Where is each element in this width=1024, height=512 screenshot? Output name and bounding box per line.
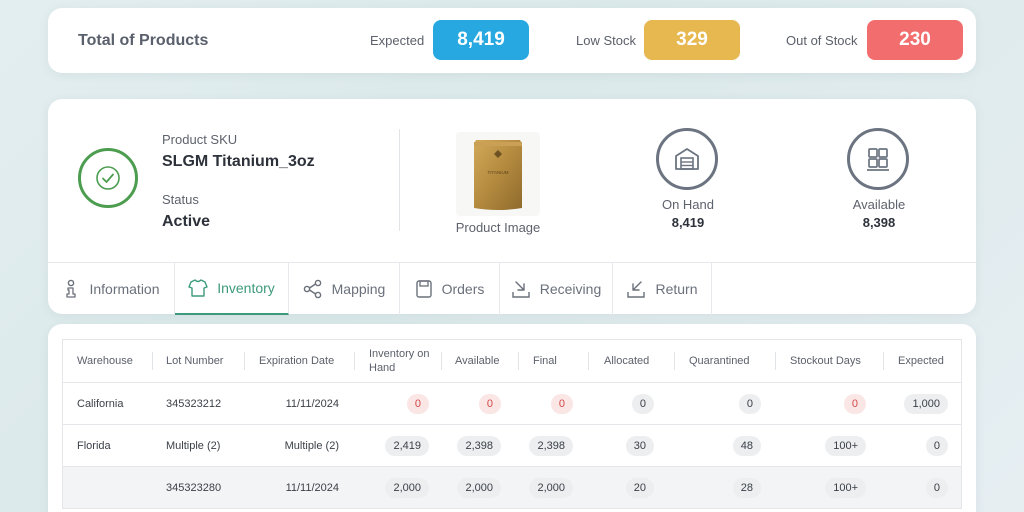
sku-label: Product SKU xyxy=(162,132,238,147)
low-stock-badge[interactable]: 329 xyxy=(644,20,740,60)
cell-warehouse: California xyxy=(77,397,124,410)
status-label: Status xyxy=(162,192,199,207)
table-row[interactable]: California 345323212 11/11/2024 0 0 0 0 … xyxy=(63,382,961,424)
warehouse-icon xyxy=(656,128,718,190)
header-expected[interactable]: Expected xyxy=(898,340,958,382)
status-check-icon xyxy=(78,148,138,208)
cell-lot: Multiple (2) xyxy=(166,439,221,452)
cell-on-hand: 2,000 xyxy=(385,477,429,498)
return-icon xyxy=(627,281,646,298)
status-value: Active xyxy=(162,213,211,230)
inventory-table: Warehouse Lot Number Expiration Date Inv… xyxy=(62,339,962,509)
out-of-stock-label: Out of Stock xyxy=(786,33,858,48)
mapping-icon xyxy=(303,279,321,299)
tab-receiving-label: Receiving xyxy=(539,281,602,297)
cell-quarantined: 28 xyxy=(732,477,761,498)
cell-available: 0 xyxy=(478,393,501,414)
cell-available: 2,398 xyxy=(457,435,501,456)
cell-expected: 0 xyxy=(925,435,948,456)
cell-expiration: Multiple (2) xyxy=(284,439,339,452)
cell-expiration: 11/11/2024 xyxy=(285,481,339,494)
tab-mapping-label: Mapping xyxy=(331,281,386,297)
product-image-caption: Product Image xyxy=(455,220,541,235)
summary-bar: Total of Products Expected 8,419 Low Sto… xyxy=(48,8,976,73)
cell-quarantined: 48 xyxy=(732,435,761,456)
table-row[interactable]: Florida Multiple (2) Multiple (2) 2,419 … xyxy=(63,424,961,466)
header-available[interactable]: Available xyxy=(455,340,515,382)
person-info-icon xyxy=(66,279,77,298)
available-label: Available xyxy=(852,197,906,212)
divider xyxy=(399,129,400,231)
tab-inventory-label: Inventory xyxy=(217,280,275,296)
product-image[interactable]: TITANIUM xyxy=(456,132,540,216)
cell-allocated: 20 xyxy=(625,477,654,498)
cell-stockout: 0 xyxy=(843,393,866,414)
header-allocated[interactable]: Allocated xyxy=(604,340,674,382)
shirt-icon xyxy=(188,279,208,297)
tab-orders[interactable]: Orders xyxy=(400,263,500,315)
product-card: Product SKU SLGM Titanium_3oz Status Act… xyxy=(48,99,976,315)
cell-available: 2,000 xyxy=(457,477,501,498)
cell-on-hand: 2,419 xyxy=(385,435,429,456)
header-warehouse[interactable]: Warehouse xyxy=(77,340,157,382)
tab-mapping[interactable]: Mapping xyxy=(289,263,400,315)
boxes-icon xyxy=(847,128,909,190)
inventory-table-card: Warehouse Lot Number Expiration Date Inv… xyxy=(48,324,976,512)
product-image-text: TITANIUM xyxy=(488,170,509,175)
header-expiration-date[interactable]: Expiration Date xyxy=(259,340,351,382)
available-value: 8,398 xyxy=(862,215,896,230)
header-final[interactable]: Final xyxy=(533,340,583,382)
table-header-row: Warehouse Lot Number Expiration Date Inv… xyxy=(63,340,961,382)
cell-final: 0 xyxy=(550,393,573,414)
low-stock-label: Low Stock xyxy=(576,33,636,48)
table-row[interactable]: 345323280 11/11/2024 2,000 2,000 2,000 2… xyxy=(63,466,961,508)
orders-icon xyxy=(415,280,432,298)
cell-on-hand: 0 xyxy=(406,393,429,414)
cell-allocated: 0 xyxy=(631,393,654,414)
cell-expiration: 11/11/2024 xyxy=(285,397,339,410)
on-hand-value: 8,419 xyxy=(671,215,705,230)
tab-information-label: Information xyxy=(89,281,160,297)
cell-expected: 1,000 xyxy=(904,393,948,414)
summary-title: Total of Products xyxy=(78,32,209,49)
cell-lot: 345323212 xyxy=(166,397,222,410)
cell-stockout: 100+ xyxy=(825,435,866,456)
tab-receiving[interactable]: Receiving xyxy=(500,263,613,315)
cell-lot: 345323280 xyxy=(166,481,222,494)
tab-orders-label: Orders xyxy=(441,281,485,297)
cell-expected: 0 xyxy=(925,477,948,498)
tab-information[interactable]: Information xyxy=(48,263,175,315)
cell-final: 2,398 xyxy=(529,435,573,456)
tab-bar: Information Inventory Mapping Orders Rec… xyxy=(48,262,976,315)
receiving-icon xyxy=(512,281,530,298)
tab-return-label: Return xyxy=(655,281,698,297)
expected-label: Expected xyxy=(370,33,425,48)
sku-value: SLGM Titanium_3oz xyxy=(162,153,315,170)
tab-inventory[interactable]: Inventory xyxy=(175,263,289,315)
header-stockout-days[interactable]: Stockout Days xyxy=(790,340,875,382)
tab-return[interactable]: Return xyxy=(613,263,712,315)
cell-final: 2,000 xyxy=(529,477,573,498)
cell-allocated: 30 xyxy=(625,435,654,456)
header-quarantined[interactable]: Quarantined xyxy=(689,340,769,382)
expected-badge[interactable]: 8,419 xyxy=(433,20,529,60)
cell-stockout: 100+ xyxy=(825,477,866,498)
on-hand-label: On Hand xyxy=(661,197,715,212)
header-inventory-on-hand[interactable]: Inventory on Hand xyxy=(369,340,431,382)
cell-quarantined: 0 xyxy=(738,393,761,414)
header-lot-number[interactable]: Lot Number xyxy=(166,340,246,382)
cell-warehouse: Florida xyxy=(77,439,111,452)
out-of-stock-badge[interactable]: 230 xyxy=(867,20,963,60)
